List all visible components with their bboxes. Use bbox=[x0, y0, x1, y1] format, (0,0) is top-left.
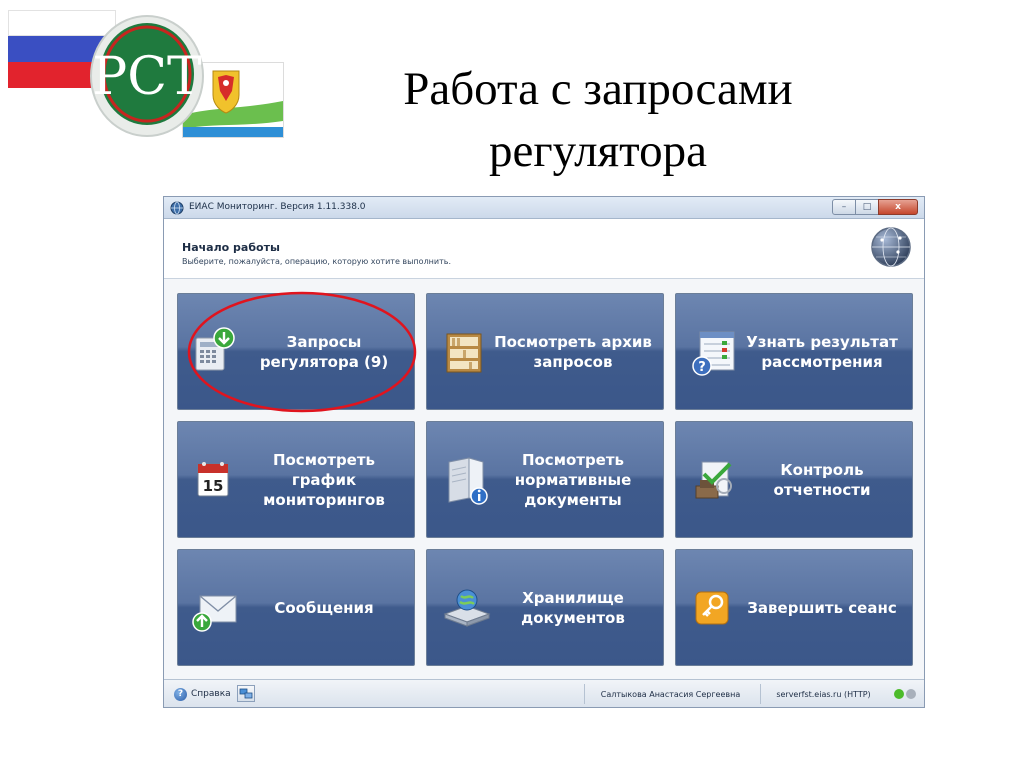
tile-end-session[interactable]: Завершить сеанс bbox=[675, 549, 913, 666]
calendar-icon: 15 bbox=[197, 462, 229, 497]
close-button[interactable]: x bbox=[878, 199, 918, 215]
envelope-icon bbox=[192, 595, 237, 632]
tile-label: Узнать результат рассмотрения bbox=[746, 332, 898, 371]
question-glyph: ? bbox=[698, 360, 706, 375]
rst-logo: РСТ bbox=[88, 10, 206, 138]
tile-label: Завершить сеанс bbox=[747, 598, 897, 617]
current-user: Салтыкова Анастасия Сергеевна bbox=[584, 684, 756, 704]
help-icon: ? bbox=[174, 687, 187, 701]
status-led-gray-icon bbox=[906, 689, 916, 699]
app-window: ЕИАС Мониторинг. Версия 1.11.338.0 – □ x… bbox=[163, 196, 925, 708]
tile-label: Посмотреть график мониторингов bbox=[263, 450, 385, 509]
slide-title-line-1: Работа с запросами bbox=[403, 63, 793, 115]
window-controls: – □ x bbox=[832, 199, 918, 215]
tile-label: Посмотреть архив запросов bbox=[494, 332, 652, 371]
review-result-icon: ? bbox=[692, 331, 735, 376]
start-header: Начало работы Выберите, пожалуйста, опер… bbox=[164, 219, 924, 279]
network-status-button[interactable] bbox=[237, 685, 255, 702]
logo-text: РСТ bbox=[92, 47, 202, 107]
status-led-green-icon bbox=[894, 689, 904, 699]
archive-shelf-icon bbox=[446, 333, 482, 373]
report-control-icon bbox=[695, 461, 732, 499]
tile-messages[interactable]: Сообщения bbox=[177, 549, 415, 666]
tile-normative-documents[interactable]: Посмотреть нормативные документы bbox=[426, 421, 664, 538]
header-subtitle: Выберите, пожалуйста, операцию, которую … bbox=[182, 257, 452, 266]
normative-documents-icon bbox=[448, 457, 488, 505]
operations-grid: Запросы регулятора (9) Посмотреть архив … bbox=[177, 293, 913, 667]
tile-label: Сообщения bbox=[274, 598, 374, 617]
tile-label: Хранилище документов bbox=[521, 588, 625, 627]
slide-title-line-2: регулятора bbox=[489, 125, 707, 177]
tile-requests-archive[interactable]: Посмотреть архив запросов bbox=[426, 293, 664, 410]
tile-label: Посмотреть нормативные документы bbox=[514, 450, 632, 509]
slide-title: Работа с запросами регулятора bbox=[318, 58, 878, 182]
minimize-button[interactable]: – bbox=[832, 199, 856, 215]
header-title: Начало работы bbox=[182, 241, 280, 254]
regulator-requests-icon bbox=[195, 327, 235, 371]
tile-review-result[interactable]: ? Узнать результат рассмотрения bbox=[675, 293, 913, 410]
logo-area: РСТ bbox=[0, 0, 300, 150]
server-address: serverfst.eias.ru (HTTP) bbox=[760, 684, 886, 704]
help-button[interactable]: ? Справка bbox=[174, 686, 231, 702]
window-titlebar[interactable]: ЕИАС Мониторинг. Версия 1.11.338.0 – □ x bbox=[164, 197, 924, 219]
statusbar: ? Справка Салтыкова Анастасия Сергеевна … bbox=[164, 679, 924, 707]
maximize-button[interactable]: □ bbox=[855, 199, 879, 215]
document-storage-icon bbox=[443, 589, 491, 627]
help-label: Справка bbox=[191, 689, 231, 699]
globe-network-icon bbox=[871, 227, 911, 267]
app-globe-icon bbox=[170, 201, 184, 215]
calendar-day: 15 bbox=[203, 477, 224, 495]
network-icon bbox=[239, 688, 253, 699]
key-icon bbox=[695, 591, 729, 625]
tile-label: Контроль отчетности bbox=[773, 460, 871, 499]
tile-document-storage[interactable]: Хранилище документов bbox=[426, 549, 664, 666]
tile-monitoring-schedule[interactable]: 15 Посмотреть график мониторингов bbox=[177, 421, 415, 538]
tile-label: Запросы регулятора (9) bbox=[259, 332, 389, 371]
tile-regulator-requests[interactable]: Запросы регулятора (9) bbox=[177, 293, 415, 410]
window-title: ЕИАС Мониторинг. Версия 1.11.338.0 bbox=[189, 202, 366, 212]
tile-report-control[interactable]: Контроль отчетности bbox=[675, 421, 913, 538]
